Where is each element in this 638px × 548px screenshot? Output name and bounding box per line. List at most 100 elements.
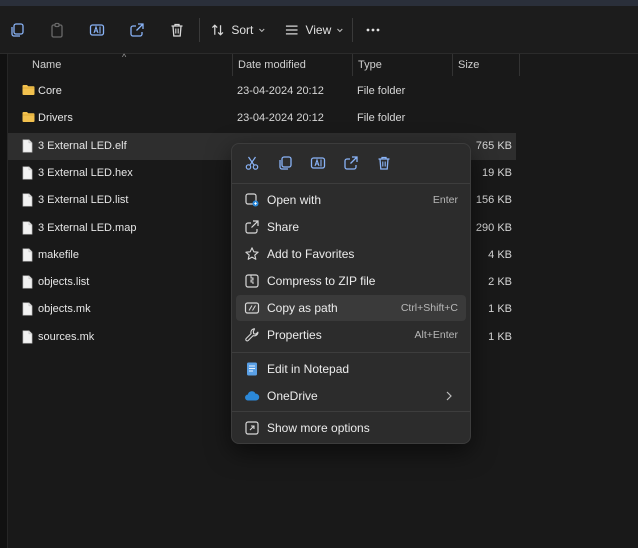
sort-label: Sort bbox=[231, 23, 254, 37]
column-header: ^ Name Date modified Type Size bbox=[8, 52, 520, 76]
column-size[interactable]: Size bbox=[458, 54, 479, 76]
menu-item-label: OneDrive bbox=[267, 389, 318, 403]
cloud-icon bbox=[244, 388, 260, 404]
menu-item-shortcut: Enter bbox=[432, 194, 458, 206]
file-row[interactable]: Drivers 23-04-2024 20:12 File folder bbox=[8, 105, 516, 132]
menu-item-add-to-favorites[interactable]: Add to Favorites bbox=[236, 241, 466, 267]
command-bar: Sort View bbox=[0, 6, 638, 54]
file-icon bbox=[22, 166, 33, 183]
file-icon bbox=[22, 139, 33, 156]
chevron-down-icon bbox=[337, 28, 343, 33]
menu-item-shortcut: Alt+Enter bbox=[414, 329, 458, 341]
file-size: 290 KB bbox=[475, 221, 512, 234]
share-icon bbox=[130, 23, 144, 37]
rename-icon bbox=[89, 24, 105, 36]
column-date-modified[interactable]: Date modified bbox=[238, 54, 306, 76]
rename-button[interactable] bbox=[307, 152, 329, 174]
file-name: 3 External LED.list bbox=[38, 194, 129, 207]
share-button[interactable] bbox=[340, 152, 362, 174]
more-icon bbox=[366, 28, 380, 32]
share-icon bbox=[344, 156, 358, 170]
more-options-icon bbox=[244, 420, 260, 436]
file-name: objects.list bbox=[38, 276, 90, 289]
trash-icon bbox=[378, 156, 390, 170]
file-name: sources.mk bbox=[38, 330, 95, 343]
file-name: Drivers bbox=[38, 112, 73, 125]
cut-button[interactable] bbox=[241, 152, 263, 174]
open-with-icon bbox=[244, 192, 260, 208]
delete-button[interactable] bbox=[166, 16, 188, 44]
menu-divider bbox=[232, 352, 470, 353]
menu-item-label: Copy as path bbox=[267, 301, 338, 315]
toolbar-separator bbox=[199, 18, 200, 42]
zip-icon bbox=[244, 273, 260, 289]
menu-item-shortcut: Ctrl+Shift+C bbox=[400, 302, 458, 314]
trash-icon bbox=[171, 23, 183, 37]
file-name: 3 External LED.elf bbox=[38, 139, 127, 152]
menu-item-edit-in-notepad[interactable]: Edit in Notepad bbox=[236, 356, 466, 382]
file-name: Core bbox=[38, 85, 62, 97]
paste-button[interactable] bbox=[46, 16, 68, 44]
menu-item-properties[interactable]: Properties Alt+Enter bbox=[236, 322, 466, 348]
column-name[interactable]: Name bbox=[32, 54, 61, 76]
paste-icon bbox=[51, 22, 63, 38]
menu-item-label: Share bbox=[267, 220, 300, 234]
file-size: 765 KB bbox=[475, 139, 512, 152]
copy-icon bbox=[279, 156, 292, 170]
context-menu: Open with Enter Share Add to Favorites C… bbox=[231, 143, 471, 444]
menu-item-label: Show more options bbox=[267, 421, 370, 435]
view-icon bbox=[285, 25, 298, 35]
column-divider[interactable] bbox=[352, 54, 353, 76]
more-button[interactable] bbox=[362, 16, 384, 44]
view-button[interactable]: View bbox=[284, 16, 344, 44]
wrench-icon bbox=[244, 327, 260, 343]
file-size: 1 KB bbox=[488, 330, 512, 343]
file-icon bbox=[22, 220, 33, 238]
delete-button[interactable] bbox=[373, 152, 395, 174]
navigation-pane-edge bbox=[0, 54, 8, 548]
copy-button[interactable] bbox=[6, 16, 28, 44]
view-label: View bbox=[305, 23, 332, 37]
chevron-right-icon bbox=[446, 391, 452, 401]
rename-button[interactable] bbox=[86, 16, 108, 44]
file-date-modified: 23-04-2024 20:12 bbox=[237, 85, 324, 97]
share-button[interactable] bbox=[126, 16, 148, 44]
menu-item-copy-as-path[interactable]: Copy as path Ctrl+Shift+C bbox=[236, 295, 466, 321]
column-divider[interactable] bbox=[519, 54, 520, 76]
menu-item-label: Open with bbox=[267, 193, 322, 207]
menu-divider bbox=[232, 183, 470, 184]
chevron-down-icon bbox=[259, 28, 265, 33]
file-icon bbox=[22, 275, 33, 292]
menu-item-label: Compress to ZIP file bbox=[267, 274, 376, 288]
copy-icon bbox=[11, 23, 24, 37]
file-size: 1 KB bbox=[488, 303, 512, 316]
column-divider[interactable] bbox=[452, 54, 453, 76]
menu-item-show-more-options[interactable]: Show more options bbox=[236, 415, 466, 441]
file-size: 19 KB bbox=[482, 166, 512, 179]
file-type: File folder bbox=[357, 85, 406, 97]
column-divider[interactable] bbox=[232, 54, 233, 76]
menu-item-onedrive[interactable]: OneDrive bbox=[236, 383, 466, 409]
menu-divider bbox=[232, 411, 470, 412]
menu-item-open-with[interactable]: Open with Enter bbox=[236, 187, 466, 213]
column-type[interactable]: Type bbox=[358, 54, 382, 76]
sort-button[interactable]: Sort bbox=[210, 16, 266, 44]
file-size: 156 KB bbox=[475, 194, 512, 207]
scissors-icon bbox=[245, 156, 259, 170]
context-menu-quick-actions bbox=[232, 144, 470, 182]
folder-icon bbox=[22, 111, 35, 126]
file-size: 2 KB bbox=[488, 276, 512, 289]
menu-item-share[interactable]: Share bbox=[236, 214, 466, 240]
file-icon bbox=[22, 302, 33, 319]
file-type: File folder bbox=[357, 112, 406, 125]
share-icon bbox=[244, 219, 260, 235]
file-name: 3 External LED.map bbox=[38, 221, 137, 234]
file-icon bbox=[22, 248, 33, 265]
copy-button[interactable] bbox=[274, 152, 296, 174]
file-icon bbox=[22, 330, 33, 347]
file-size: 4 KB bbox=[488, 248, 512, 261]
menu-item-label: Properties bbox=[267, 328, 322, 342]
toolbar-separator bbox=[352, 18, 353, 42]
file-row[interactable]: Core 23-04-2024 20:12 File folder bbox=[8, 78, 516, 105]
menu-item-compress-zip[interactable]: Compress to ZIP file bbox=[236, 268, 466, 294]
